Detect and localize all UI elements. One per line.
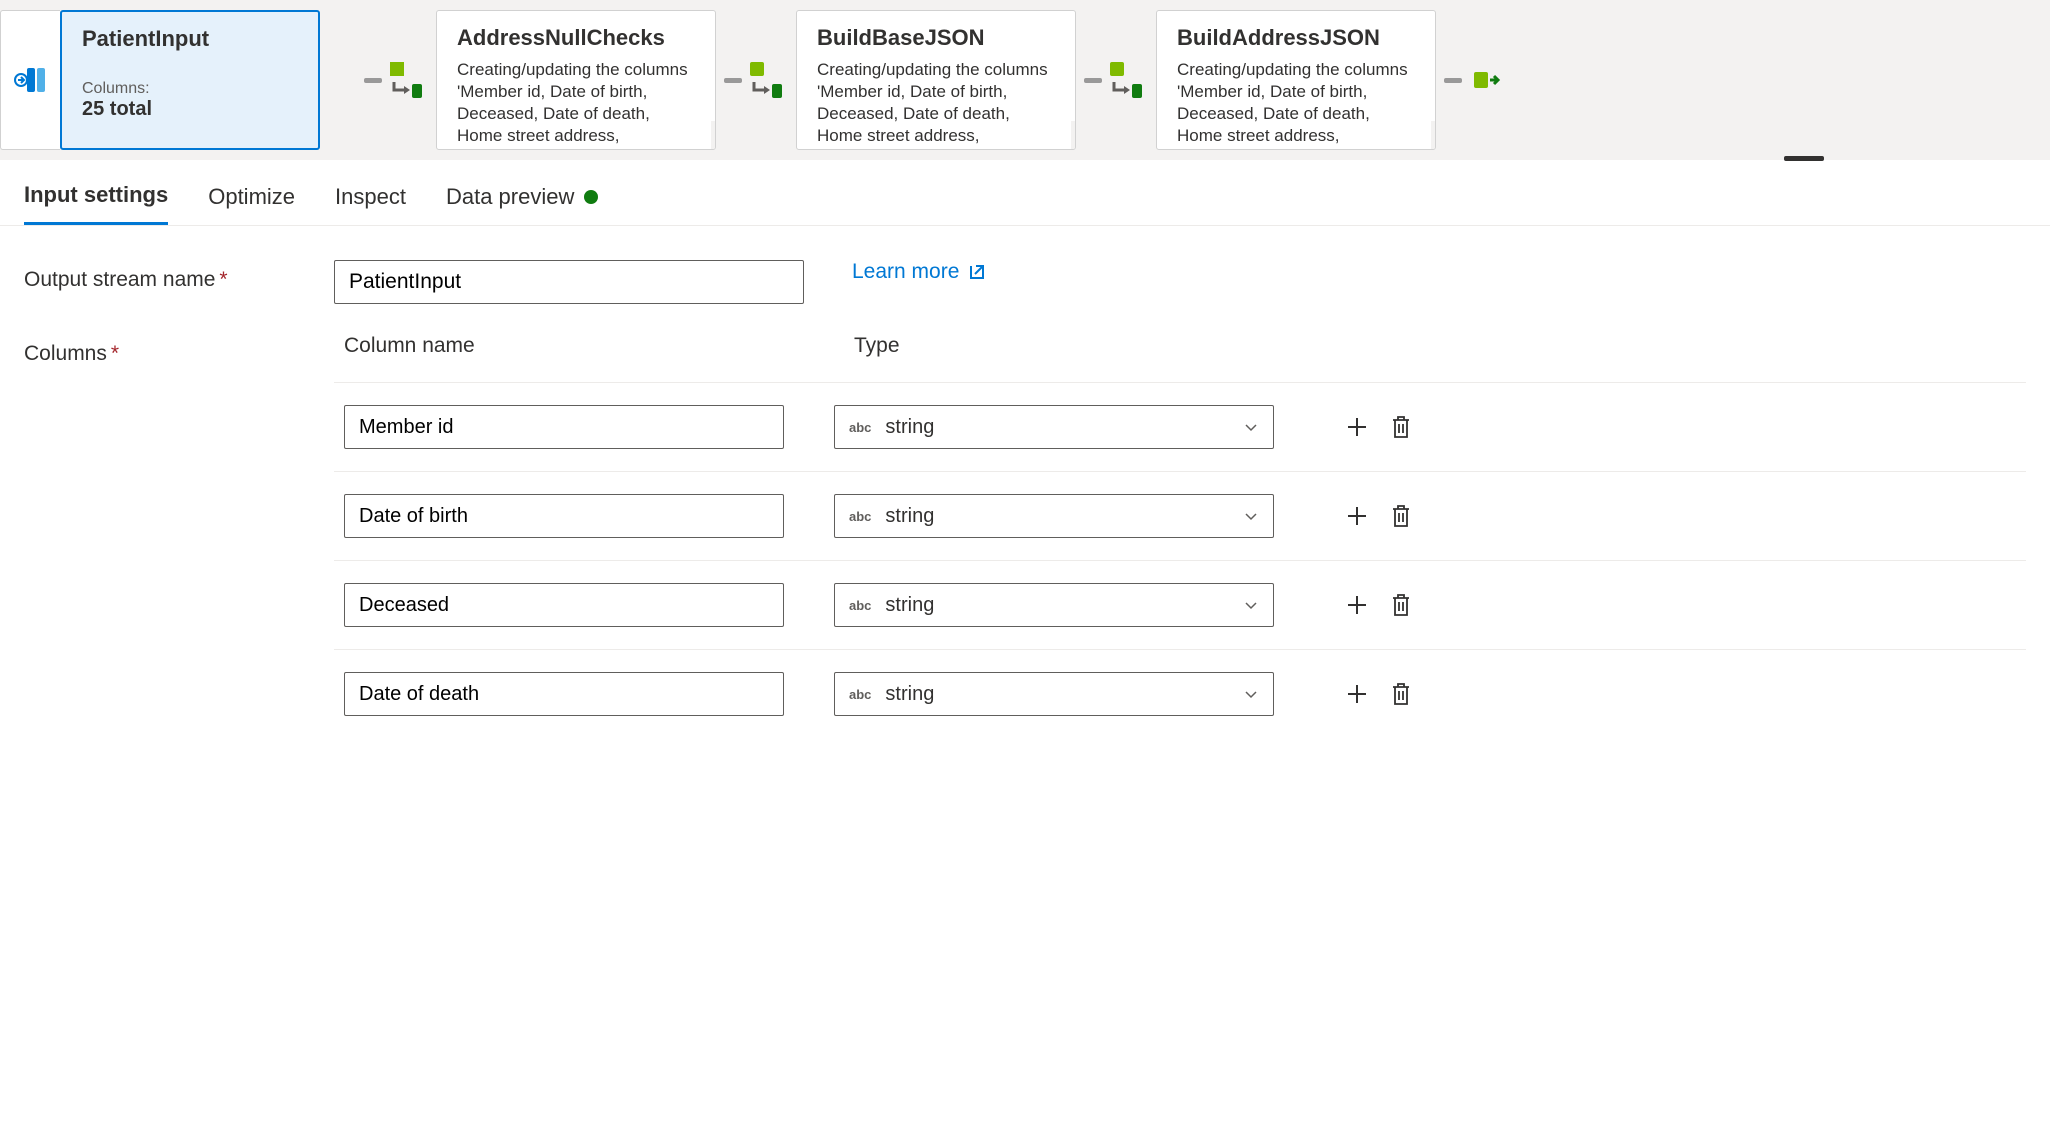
add-row-button[interactable] [1344,503,1370,529]
add-row-button[interactable] [1344,592,1370,618]
output-stream-label: Output stream name* [24,260,334,292]
pipeline-node-addressnullchecks[interactable]: AddressNullChecks Creating/updating the … [436,10,716,150]
tab-label: Optimize [208,184,295,210]
tab-data-preview[interactable]: Data preview [446,184,598,224]
connector-line [1444,78,1462,83]
derive-column-icon [384,58,428,102]
sink-icon [1464,58,1508,102]
delete-row-button[interactable] [1388,592,1414,618]
string-type-icon: abc [849,509,871,524]
columns-label: Columns* [24,334,334,366]
tab-label: Inspect [335,184,406,210]
pipeline-node-buildaddressjson[interactable]: BuildAddressJSON Creating/updating the c… [1156,10,1436,150]
add-row-button[interactable] [1344,414,1370,440]
connector-line [724,78,742,83]
type-value: string [885,416,934,439]
column-name-input[interactable] [344,672,784,716]
type-value: string [885,505,934,528]
tab-optimize[interactable]: Optimize [208,184,295,224]
connector-line [364,78,382,83]
column-name-header: Column name [344,334,854,358]
type-value: string [885,683,934,706]
output-stream-input[interactable] [334,260,804,304]
tab-label: Input settings [24,182,168,208]
column-type-select[interactable]: abc string [834,672,1274,716]
pipeline-node-patientinput[interactable]: PatientInput Columns: 25 total + [60,10,320,150]
add-row-button[interactable] [1344,681,1370,707]
connector-line [1084,78,1102,83]
string-type-icon: abc [849,420,871,435]
node-title: PatientInput [82,26,298,52]
column-type-select[interactable]: abc string [834,583,1274,627]
derive-column-icon [744,58,788,102]
tab-input-settings[interactable]: Input settings [24,182,168,225]
column-row: abc string [334,382,2026,471]
derive-column-icon [1104,58,1148,102]
column-row: abc string [334,560,2026,649]
node-title: BuildBaseJSON [817,25,1055,51]
pipeline-row: PatientInput Columns: 25 total + Address… [0,0,2050,160]
chevron-down-icon [1243,686,1259,702]
learn-more-link[interactable]: Learn more [852,260,987,284]
learn-more-label: Learn more [852,260,959,284]
node-desc: Creating/updating the columns 'Member id… [457,59,695,147]
tab-label: Data preview [446,184,574,210]
tab-row: Input settings Optimize Inspect Data pre… [0,160,2050,226]
panel-resize-handle[interactable] [1784,156,1824,161]
node-title: AddressNullChecks [457,25,695,51]
column-name-input[interactable] [344,494,784,538]
string-type-icon: abc [849,598,871,613]
chevron-down-icon [1243,597,1259,613]
delete-row-button[interactable] [1388,414,1414,440]
source-icon [13,62,49,98]
type-value: string [885,594,934,617]
node-columns-label: Columns: [82,80,298,98]
external-link-icon [967,262,987,282]
tab-inspect[interactable]: Inspect [335,184,406,224]
delete-row-button[interactable] [1388,681,1414,707]
string-type-icon: abc [849,687,871,702]
node-desc: Creating/updating the columns 'Member id… [817,59,1055,147]
column-name-input[interactable] [344,405,784,449]
status-dot-icon [584,190,598,204]
node-desc: Creating/updating the columns 'Member id… [1177,59,1415,147]
delete-row-button[interactable] [1388,503,1414,529]
settings-panel: Output stream name* Learn more Columns* … [0,226,2050,802]
column-name-input[interactable] [344,583,784,627]
column-type-select[interactable]: abc string [834,405,1274,449]
column-row: abc string [334,649,2026,738]
column-type-select[interactable]: abc string [834,494,1274,538]
node-title: BuildAddressJSON [1177,25,1415,51]
chevron-down-icon [1243,419,1259,435]
column-row: abc string [334,471,2026,560]
pipeline-node-buildbasejson[interactable]: BuildBaseJSON Creating/updating the colu… [796,10,1076,150]
chevron-down-icon [1243,508,1259,524]
source-icon-panel [0,10,60,150]
type-header: Type [854,334,900,358]
node-columns-value: 25 total [82,98,298,121]
